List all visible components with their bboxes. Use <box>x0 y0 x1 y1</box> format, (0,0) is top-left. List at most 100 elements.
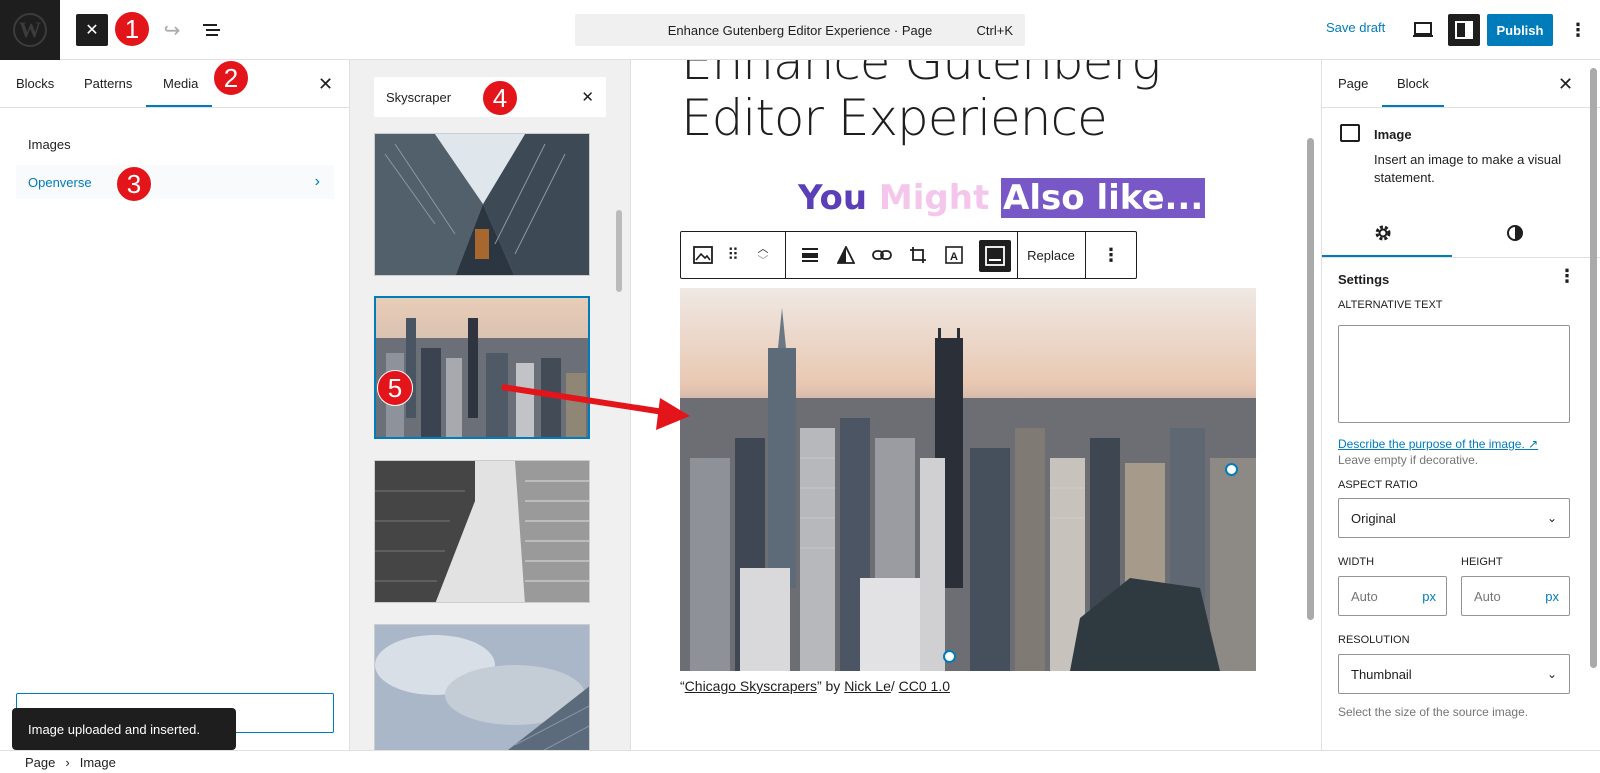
resize-handle-bottom[interactable] <box>943 650 956 663</box>
block-type-button[interactable] <box>687 232 719 278</box>
caption-by: ” by <box>816 678 845 694</box>
close-inserter-icon[interactable]: ✕ <box>318 74 333 95</box>
alt-text-help: Leave empty if decorative. <box>1338 453 1479 467</box>
close-inserter-button[interactable]: ✕ <box>76 14 108 46</box>
gear-icon <box>1375 225 1391 241</box>
caption-license-link[interactable]: CC0 1.0 <box>899 678 950 694</box>
active-tab-indicator <box>146 105 212 107</box>
duotone-button[interactable] <box>829 232 863 278</box>
media-result-3[interactable] <box>374 460 590 603</box>
chevron-down-icon[interactable]: ﹀ <box>758 255 769 267</box>
close-sidebar-icon[interactable]: ✕ <box>1558 74 1573 95</box>
settings-button[interactable] <box>1448 14 1480 46</box>
top-toolbar: W ✕ ↪ Enhance Gutenberg Editor Experienc… <box>0 0 1600 60</box>
media-result-1[interactable] <box>374 133 590 276</box>
skyscraper-photo-4 <box>375 625 589 766</box>
chevron-right-icon: › <box>65 754 70 770</box>
search-value: Skyscraper <box>386 89 452 105</box>
category-label: Openverse <box>28 174 92 190</box>
toolbar-divider <box>785 232 786 278</box>
settings-tab[interactable] <box>1374 224 1392 245</box>
breadcrumb-image[interactable]: Image <box>80 755 116 770</box>
media-scrollbar[interactable] <box>616 150 622 750</box>
tab-media[interactable]: Media <box>163 76 198 91</box>
caption-slash: / <box>890 678 899 694</box>
step-badge-5: 5 <box>377 370 413 406</box>
image-block[interactable] <box>680 288 1256 671</box>
alt-text-field[interactable] <box>1338 325 1570 423</box>
styles-tab[interactable] <box>1506 224 1524 245</box>
caption-button[interactable] <box>979 240 1011 272</box>
tab-page[interactable]: Page <box>1338 76 1368 91</box>
media-category-images[interactable]: Images <box>16 127 334 161</box>
resolution-select[interactable]: Thumbnail ⌄ <box>1338 654 1570 694</box>
tab-blocks[interactable]: Blocks <box>16 76 54 91</box>
skyscraper-photo-1 <box>375 134 589 275</box>
heading-word-3: Also like... <box>1001 178 1206 218</box>
breadcrumb-page[interactable]: Page <box>25 755 55 770</box>
chevron-up-icon[interactable]: ︿ <box>758 243 769 255</box>
wordpress-logo-button[interactable]: W <box>0 0 60 60</box>
crop-button[interactable] <box>901 232 935 278</box>
document-overview-button[interactable] <box>200 18 224 42</box>
resize-handle-right[interactable] <box>1225 463 1238 476</box>
command-palette-button[interactable]: Enhance Gutenberg Editor Experience · Pa… <box>575 14 1025 46</box>
redo-button[interactable]: ↪ <box>160 18 184 42</box>
step-badge-1: 1 <box>114 11 150 47</box>
active-tab-indicator <box>1322 255 1452 257</box>
sidebar-icon <box>1455 21 1473 39</box>
view-button[interactable] <box>1408 15 1438 45</box>
tab-block[interactable]: Block <box>1397 76 1429 91</box>
resolution-label: RESOLUTION <box>1338 634 1410 646</box>
align-button[interactable] <box>793 232 827 278</box>
scrollbar-thumb[interactable] <box>1307 138 1314 620</box>
canvas-scrollbar[interactable] <box>1305 60 1315 750</box>
settings-section-title: Settings <box>1338 272 1390 287</box>
desktop-icon <box>1413 22 1433 37</box>
active-tab-indicator <box>1382 105 1444 107</box>
width-unit[interactable]: px <box>1422 589 1436 604</box>
sidebar-scrollbar[interactable] <box>1588 60 1598 750</box>
drag-handle[interactable]: ⠿ <box>721 232 745 278</box>
options-button[interactable]: ⋮ <box>1566 18 1590 42</box>
width-input[interactable]: Auto px <box>1338 576 1447 616</box>
caption-author-link[interactable]: Nick Le <box>844 678 891 694</box>
text-overlay-button[interactable]: A <box>937 232 971 278</box>
select-value: Thumbnail <box>1351 666 1412 682</box>
move-buttons[interactable]: ︿ ﹀ <box>749 232 777 278</box>
filter-icon <box>837 246 855 264</box>
media-result-4[interactable] <box>374 624 590 767</box>
post-title[interactable]: Enhance Gutenberg Editor Experience <box>681 60 1161 146</box>
document-title: Enhance Gutenberg Editor Experience · Pa… <box>667 22 933 38</box>
link-text: Describe the purpose of the image. <box>1338 437 1525 451</box>
height-unit[interactable]: px <box>1545 589 1559 604</box>
aspect-ratio-select[interactable]: Original ⌄ <box>1338 498 1570 538</box>
image-caption[interactable]: “Chicago Skyscrapers” by Nick Le/ CC0 1.… <box>680 678 950 694</box>
block-card-title: Image <box>1374 127 1412 142</box>
scrollbar-thumb[interactable] <box>1590 68 1597 668</box>
heading-word-2: Might <box>878 178 990 218</box>
media-category-openverse[interactable]: Openverse › <box>16 165 334 199</box>
save-draft-button[interactable]: Save draft <box>1326 20 1385 35</box>
chevron-right-icon: › <box>314 173 320 190</box>
svg-text:A: A <box>950 251 958 263</box>
media-result-2[interactable] <box>374 296 590 439</box>
heading-word-1: You <box>798 178 868 218</box>
skyscraper-photo-3 <box>375 461 589 602</box>
tab-patterns[interactable]: Patterns <box>84 76 132 91</box>
settings-options-icon[interactable]: ⋮ <box>1558 266 1576 287</box>
publish-button[interactable]: Publish <box>1487 14 1553 46</box>
alt-text-label: ALTERNATIVE TEXT <box>1338 299 1443 311</box>
heading-block[interactable]: You Might Also like... <box>798 178 1206 218</box>
replace-button[interactable]: Replace <box>1019 232 1083 278</box>
text-overlay-icon: A <box>945 246 963 264</box>
scrollbar-thumb[interactable] <box>616 210 622 292</box>
image-icon <box>1340 124 1360 142</box>
height-input[interactable]: Auto px <box>1461 576 1570 616</box>
describe-purpose-link[interactable]: Describe the purpose of the image. ↗ <box>1338 437 1538 451</box>
block-options-button[interactable]: ⋮ <box>1091 232 1131 278</box>
caption-title-link[interactable]: Chicago Skyscrapers <box>685 678 817 694</box>
link-button[interactable] <box>865 232 899 278</box>
more-vertical-icon: ⋮ <box>1569 19 1587 40</box>
clear-search-icon[interactable]: ✕ <box>581 88 594 106</box>
